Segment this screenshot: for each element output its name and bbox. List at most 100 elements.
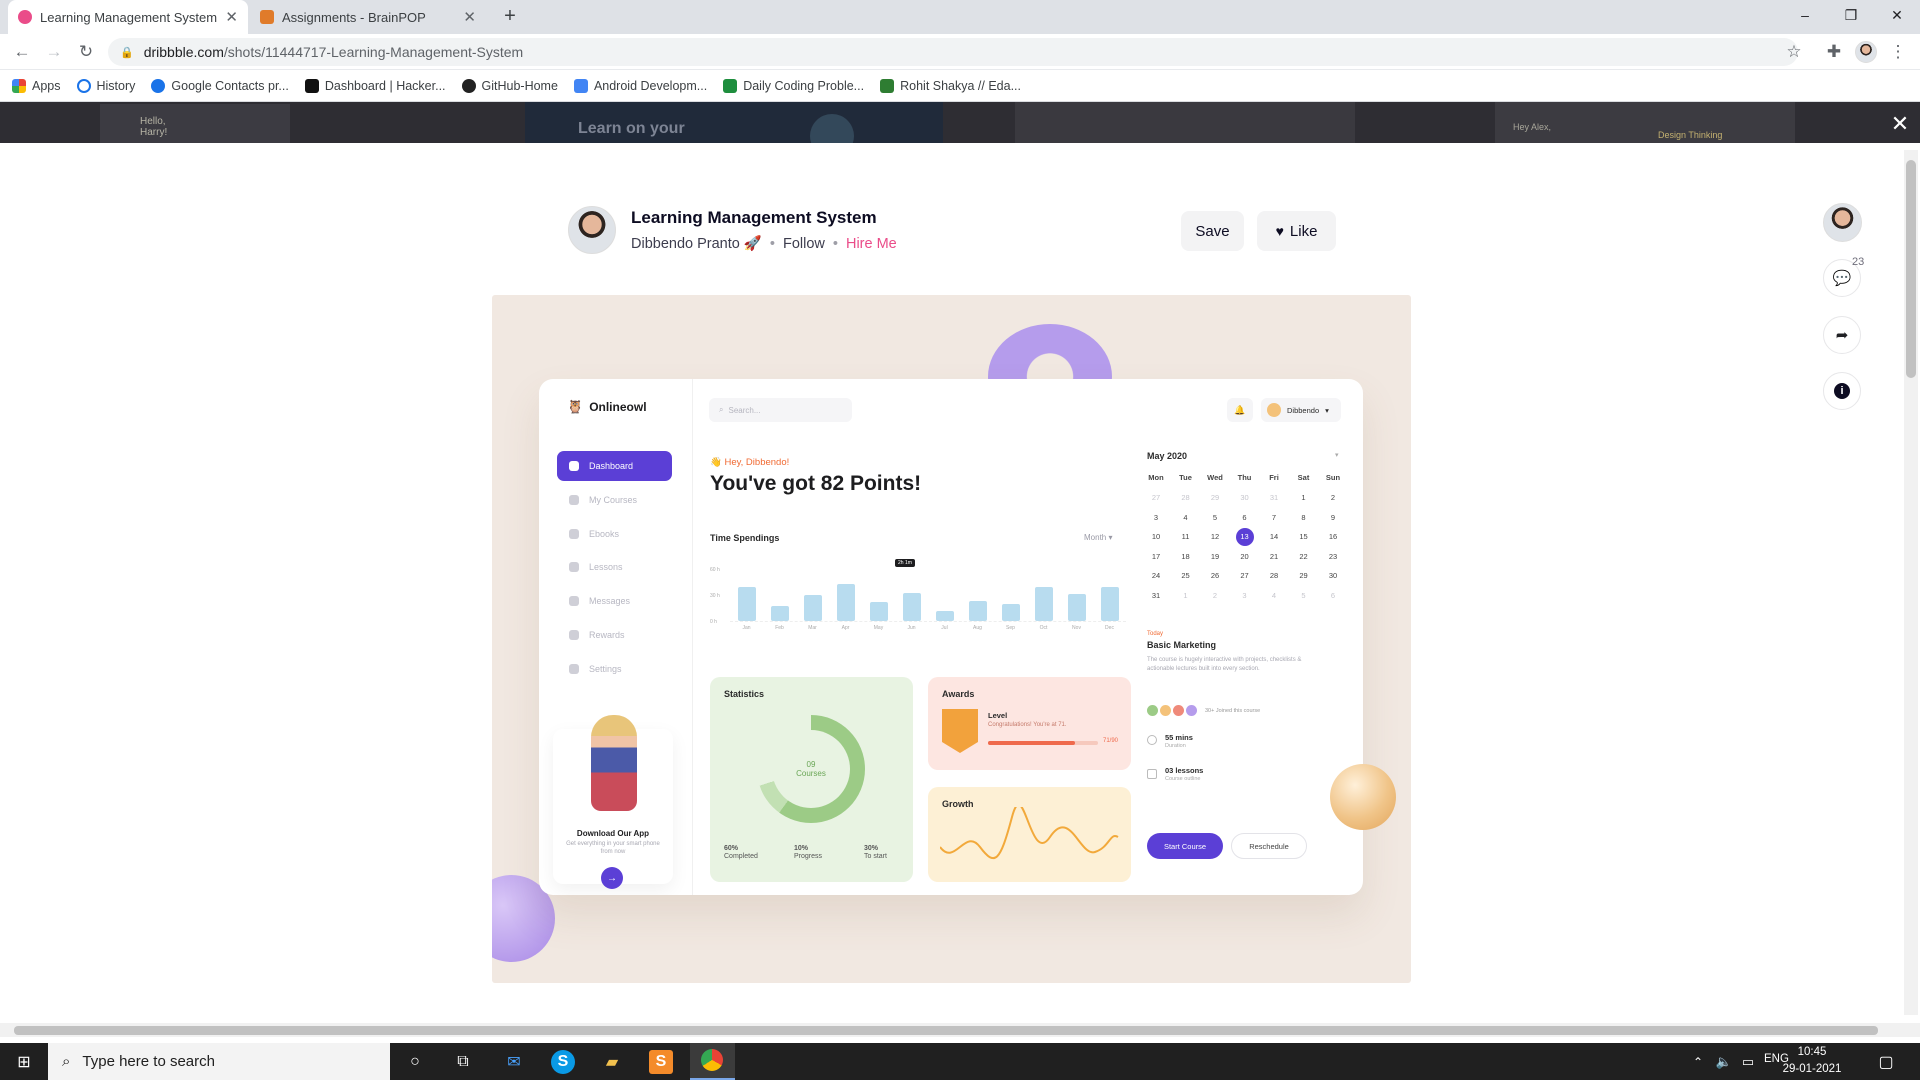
share-button[interactable]: ➦: [1823, 316, 1861, 354]
back-icon[interactable]: ←: [10, 40, 34, 64]
bookmark-history[interactable]: History: [76, 78, 135, 93]
clock-time: 10:45: [1797, 1046, 1827, 1058]
rewards-icon: [569, 630, 579, 640]
award-message: Congratulations! You're at 71.: [988, 722, 1067, 728]
windows-start-icon[interactable]: ⊞: [12, 1050, 36, 1074]
settings-icon: [569, 664, 579, 674]
backdrop-card: Hey Alex, Design Thinking: [1495, 102, 1795, 143]
taskbar-search[interactable]: ⌕ Type here to search: [48, 1043, 390, 1080]
save-button[interactable]: Save: [1181, 211, 1244, 251]
close-window-button[interactable]: ✕: [1874, 0, 1920, 30]
forward-icon[interactable]: →: [42, 40, 66, 64]
tab-brainpop[interactable]: Assignments - BrainPOP ✕: [250, 0, 486, 34]
calendar-day: 20: [1240, 551, 1249, 561]
file-explorer-icon[interactable]: ▰: [600, 1050, 624, 1074]
search-icon: ⌕: [62, 1053, 71, 1070]
x-tick-label: Jul: [941, 625, 948, 631]
lock-icon: 🔒: [120, 46, 134, 59]
calendar-day: 7: [1271, 512, 1277, 522]
chevron-down-icon: ▾: [1325, 405, 1329, 415]
close-tab-icon[interactable]: ✕: [463, 8, 476, 26]
bookmark-google-contacts[interactable]: Google Contacts pr...: [151, 78, 289, 93]
profile-avatar[interactable]: [1855, 41, 1877, 63]
horizontal-scroll-thumb[interactable]: [14, 1026, 1878, 1035]
mail-icon[interactable]: ✉: [502, 1050, 526, 1074]
y-tick: 30 h: [710, 593, 720, 599]
reload-icon[interactable]: ↻: [74, 40, 98, 64]
like-button[interactable]: ♥ Like: [1257, 211, 1336, 251]
author-name[interactable]: Dibbendo Pranto 🚀: [631, 235, 762, 252]
bookmark-apps[interactable]: Apps: [12, 78, 61, 93]
info-button[interactable]: i: [1823, 372, 1861, 410]
side-author-avatar[interactable]: [1823, 203, 1862, 242]
mock-menu-settings: Settings: [557, 654, 672, 684]
task-view-icon[interactable]: ⧉: [451, 1050, 475, 1074]
mock-sidebar: 🦉 Onlineowl Dashboard My Courses Ebooks L…: [539, 379, 693, 895]
calendar-day: 4: [1183, 512, 1188, 522]
calendar-day: 29: [1299, 571, 1308, 580]
calendar-day: 29: [1210, 493, 1220, 502]
comment-icon: 💬: [1832, 270, 1852, 287]
calendar-day: 5: [1301, 590, 1306, 600]
backdrop-card: Hello, Harry!: [100, 104, 290, 143]
hackerrank-icon: [304, 78, 319, 93]
skype-icon[interactable]: S: [551, 1050, 575, 1074]
bookmark-daily-coding[interactable]: Daily Coding Proble...: [723, 78, 864, 93]
legend-completed: 60% Completed: [724, 845, 758, 860]
sublime-text-icon[interactable]: S: [649, 1050, 673, 1074]
bookmark-hackerrank[interactable]: Dashboard | Hacker...: [304, 78, 446, 93]
bar-jul: [935, 611, 954, 621]
award-progress-track: [988, 741, 1098, 745]
mock-brand: 🦉 Onlineowl: [567, 399, 647, 414]
bookmark-edabit[interactable]: Rohit Shakya // Eda...: [880, 78, 1021, 93]
cortana-icon[interactable]: ○: [403, 1050, 427, 1074]
statistics-card: Statistics 09 Courses 60% Completed 10% Pr…: [710, 677, 913, 882]
calendar-day: 27: [1240, 571, 1249, 580]
bar-nov: [1067, 593, 1086, 621]
tray-chevron-icon[interactable]: ⌃: [1686, 1050, 1710, 1074]
calendar-day: 18: [1181, 551, 1190, 561]
extensions-icon[interactable]: ✚: [1822, 40, 1846, 64]
messages-icon: [569, 596, 579, 606]
heart-icon: ♥: [1275, 223, 1284, 239]
network-icon[interactable]: ▭: [1736, 1050, 1760, 1074]
bookmarks-bar: Apps History Google Contacts pr... Dashb…: [0, 70, 1920, 102]
notifications-icon[interactable]: ▢: [1874, 1050, 1898, 1074]
close-modal-icon[interactable]: ✕: [1888, 111, 1912, 136]
courses-icon: [569, 495, 579, 505]
calendar-day: 31: [1151, 590, 1161, 600]
taskbar-clock[interactable]: 10:45 29-01-2021: [1776, 1044, 1848, 1078]
bookmark-star-icon[interactable]: ☆: [1782, 40, 1806, 64]
author-avatar[interactable]: [568, 206, 616, 254]
backdrop: Hello, Harry! Learn on your Hey Alex, De…: [0, 102, 1920, 143]
menu-icon[interactable]: ⋮: [1886, 40, 1910, 64]
volume-icon[interactable]: 🔈: [1712, 1050, 1736, 1074]
start-course-button: Start Course: [1147, 833, 1223, 859]
info-icon: i: [1834, 383, 1850, 399]
y-tick: 60 h: [710, 567, 720, 573]
hire-me-link[interactable]: Hire Me: [846, 236, 897, 252]
bar-jan: [737, 587, 756, 621]
award-level: Level: [988, 711, 1008, 720]
calendar-day: 6: [1330, 590, 1336, 600]
chrome-taskbar-item[interactable]: [690, 1043, 735, 1080]
close-tab-icon[interactable]: ✕: [225, 8, 238, 26]
tab-learning-management[interactable]: Learning Management System b ✕: [8, 0, 248, 34]
restore-button[interactable]: ❐: [1828, 0, 1874, 30]
calendar-weekday: Wed: [1207, 473, 1223, 482]
y-tick: 0 h: [710, 619, 717, 625]
calendar-weekday: Fri: [1269, 473, 1279, 482]
bookmark-android[interactable]: Android Developm...: [573, 78, 707, 93]
follow-link[interactable]: Follow: [783, 236, 825, 252]
mock-menu-dashboard: Dashboard: [557, 451, 672, 481]
orange-sphere-decoration: [1330, 764, 1396, 830]
minimize-button[interactable]: –: [1782, 0, 1828, 30]
new-tab-button[interactable]: +: [498, 4, 522, 28]
bookmark-github[interactable]: GitHub-Home: [461, 78, 558, 93]
vertical-scroll-thumb[interactable]: [1906, 160, 1916, 378]
url-path: /shots/11444717-Learning-Management-Syst…: [223, 44, 524, 60]
download-app-card: Download Our App Get everything in your …: [553, 715, 673, 889]
address-bar[interactable]: 🔒 dribbble.com/shots/11444717-Learning-M…: [108, 38, 1798, 66]
event-title: Basic Marketing: [1147, 640, 1217, 650]
event-tag: Today: [1147, 631, 1164, 637]
